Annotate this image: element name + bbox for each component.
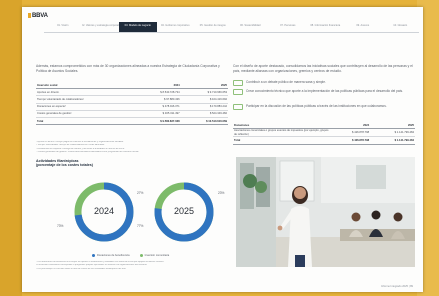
table-header-cell: 2024 <box>136 82 181 90</box>
table-cell: $ 524.349.482 <box>180 110 228 118</box>
donut-year-label: 2024 <box>93 206 115 216</box>
social-investment-table: Inversión social 2024 2025 Aportes en di… <box>36 82 228 126</box>
table-header-cell: 2025 <box>370 122 415 130</box>
donut-2025-blue-label: 77% <box>137 224 144 228</box>
table-cell: $ 465.311.497 <box>136 110 181 118</box>
table-cell: $ 8.540.728.734 <box>136 88 181 97</box>
activities-heading-line2: (porcentaje de los costes totales) <box>36 163 93 168</box>
donut-2024-green-label: 27% <box>137 191 144 195</box>
table-row: Costos generales de gestión⁴ $ 465.311.4… <box>36 110 228 118</box>
tab-item[interactable]: 02. Valores y estrategia corporativa <box>82 22 120 32</box>
table-cell: $ 478.916.371 <box>136 103 181 111</box>
objective-marker <box>233 80 243 87</box>
tab-item[interactable]: 07. Personas <box>269 22 307 32</box>
objective-marker <box>233 104 243 111</box>
table-cell: Donaciones en especie³ <box>36 103 137 111</box>
table-cell: $ 97.880.436 <box>136 95 181 104</box>
table-header-cell: 2024 <box>330 122 371 130</box>
background-left <box>0 0 22 296</box>
table-cell: $ 10.510.616.069 <box>180 117 228 126</box>
footnote: ² Los porcentajes se calculan sobre el t… <box>36 267 127 270</box>
objective-text: Contribuir a un debate público de manera… <box>246 80 326 84</box>
table-cell: $ 104.416.692 <box>180 95 228 104</box>
objective-item: Contribuir a un debate público de manera… <box>233 80 415 87</box>
donut-2024-blue-label: 73% <box>57 224 64 228</box>
table-cell: Aportes en dinero¹ <box>36 88 137 97</box>
table-cell: Costos generales de gestión⁴ <box>36 110 137 118</box>
tab-item[interactable]: 03. Modelo de negocio <box>119 22 157 32</box>
activities-heading: Actividades filantrópicas (porcentaje de… <box>36 159 93 168</box>
page-footer: Informe Integrado 2025 | 89 <box>381 285 413 288</box>
donut-2025-green-label: 23% <box>218 191 225 195</box>
table-footnotes: ¹ Aporte en dinero: incluye pagos en efe… <box>36 141 228 154</box>
objective-marker <box>233 89 243 96</box>
objective-item: Participar en la discusión de las políti… <box>233 104 415 111</box>
intro-paragraph-left: Además, estamos comprometidos con más de… <box>36 64 220 73</box>
legend-swatch-green <box>139 254 143 257</box>
table-cell: $ 426.878.798 <box>330 136 371 145</box>
donut-chart-2025: 2025 <box>153 181 215 243</box>
donations-table: Donaciones 2024 2025 Asociaciones comerc… <box>233 122 415 145</box>
tab-item[interactable]: 01. Visión <box>44 22 82 32</box>
table-row: Asociaciones comerciales o grupos exento… <box>233 128 415 138</box>
brand-logo: BBVA <box>28 13 48 19</box>
objective-item: Crear conocimiento técnico que aporte a … <box>233 89 415 96</box>
table-row: Donaciones en especie³ $ 478.916.371 $ 1… <box>36 103 228 111</box>
table-cell: Total <box>233 136 330 145</box>
legend-label: Donaciones de beneficencia <box>97 254 130 257</box>
objective-text: Crear conocimiento técnico que aporte a … <box>246 89 403 93</box>
table-total-row: Total $ 426.878.798 $ 1.141.799.484 <box>233 136 415 145</box>
table-cell: Total <box>36 117 137 126</box>
legend-item: Donaciones de beneficencia <box>92 254 130 257</box>
activities-heading-line1: Actividades filantrópicas <box>36 159 79 163</box>
tab-item[interactable]: 08. Información financiera <box>307 22 345 32</box>
table-cell: Tiempo voluntariado de colaboradores² <box>36 95 137 104</box>
chart-footnotes: ¹ Las donaciones de beneficencia incluye… <box>36 261 228 271</box>
table-cell: $ 1.141.799.484 <box>370 136 415 145</box>
table-row: Aportes en dinero¹ $ 8.540.728.734 $ 9.7… <box>36 88 228 97</box>
legend-label: Inversión comunitaria <box>144 254 170 257</box>
office-meeting-photo <box>236 157 415 267</box>
table-cell: $ 170.883.242 <box>180 103 228 111</box>
section-tabs: 01. Visión 02. Valores y estrategia corpo… <box>44 22 419 33</box>
legend-swatch-blue <box>92 254 95 257</box>
legend-item: Inversión comunitaria <box>139 254 170 257</box>
tab-item[interactable]: 06. Sostenibilidad <box>232 22 270 32</box>
table-cell: Asociaciones comerciales o grupos exento… <box>233 128 330 138</box>
tab-item[interactable]: 05. Gestión de riesgos <box>194 22 232 32</box>
tab-item[interactable]: 04. Gobierno corporativo <box>157 22 195 32</box>
tab-item[interactable]: 09. Anexos <box>344 22 382 32</box>
table-cell: $ 9.582.837.038 <box>136 117 181 126</box>
intro-paragraph-right: Con el diseño de aporte destacado, conso… <box>233 64 413 73</box>
document-page: BBVA 01. Visión 02. Valores y estrategia … <box>22 7 423 292</box>
tab-item[interactable]: 10. Glosario <box>382 22 420 32</box>
table-total-row: Total $ 9.582.837.038 $ 10.510.616.069 <box>36 117 228 126</box>
table-header-row: Donaciones 2024 2025 <box>233 122 415 130</box>
footnote: ⁴ Costos generales de gestión: costos ad… <box>36 150 139 153</box>
table-cell: $ 1.141.799.484 <box>370 128 415 138</box>
table-header-cell: Donaciones <box>233 122 330 130</box>
table-cell: $ 9.710.966.653 <box>180 88 228 97</box>
table-header-cell: 2025 <box>180 82 228 90</box>
table-header-cell: Inversión social <box>36 82 137 90</box>
donut-chart-2024: 2024 <box>73 181 135 243</box>
table-cell: $ 426.878.798 <box>330 128 371 138</box>
objective-text: Participar en la discusión de las políti… <box>246 104 387 108</box>
table-header-row: Inversión social 2024 2025 <box>36 82 228 90</box>
donut-legend: Donaciones de beneficencia Inversión com… <box>92 254 169 257</box>
donut-year-label: 2025 <box>173 206 195 216</box>
table-row: Tiempo voluntariado de colaboradores² $ … <box>36 95 228 104</box>
